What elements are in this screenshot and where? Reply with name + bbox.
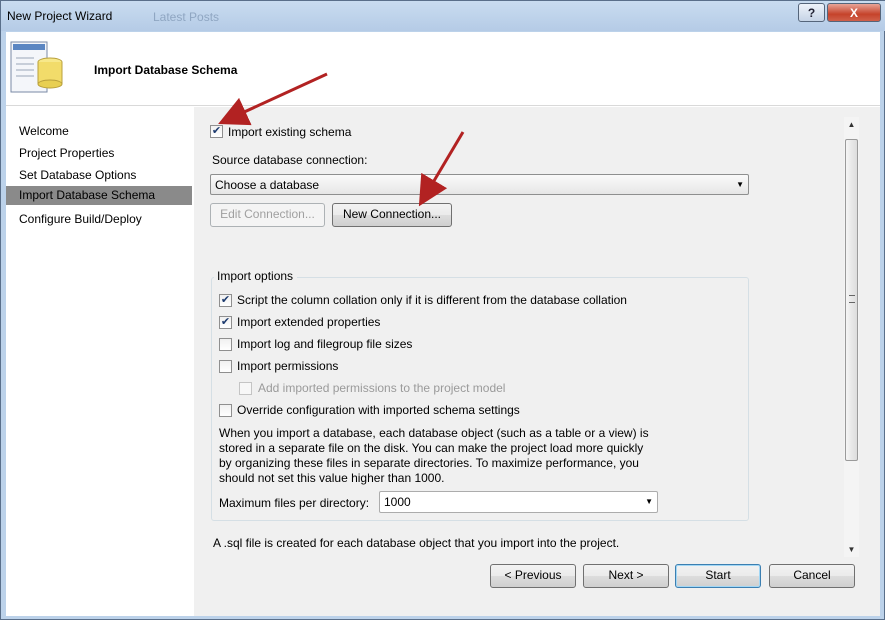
help-icon: ? [807,5,816,20]
nav-item-import-database-schema[interactable]: Import Database Schema [6,186,192,205]
extended-properties-label: Import extended properties [237,315,381,329]
nav-item-project-properties[interactable]: Project Properties [6,144,192,163]
next-button[interactable]: Next > [583,564,669,588]
wizard-window: New Project Wizard Latest Posts ? X Impo… [0,0,885,620]
scroll-up-icon[interactable]: ▲ [844,117,859,132]
import-permissions-checkbox[interactable] [219,360,232,373]
scrollbar-thumb[interactable] [845,139,858,461]
scroll-down-icon[interactable]: ▼ [844,542,859,557]
chevron-down-icon: ▼ [645,497,653,506]
import-description: When you import a database, each databas… [219,426,649,485]
grip-icon [849,295,855,303]
max-files-select[interactable]: 1000 ▼ [379,491,658,513]
script-collation-checkbox[interactable]: ✔ [219,294,232,307]
import-existing-label: Import existing schema [228,125,352,139]
chevron-down-icon: ▼ [736,180,744,189]
log-filegroup-label: Import log and filegroup file sizes [237,337,413,351]
log-filegroup-checkbox[interactable] [219,338,232,351]
page-title: Import Database Schema [94,63,238,77]
sql-file-note: A .sql file is created for each database… [213,536,620,550]
source-database-select[interactable]: Choose a database ▼ [210,174,749,195]
source-database-value: Choose a database [215,178,320,192]
new-connection-button[interactable]: New Connection... [332,203,452,227]
add-permissions-checkbox[interactable] [239,382,252,395]
import-options-title: Import options [214,269,298,283]
background-ghost-text: Latest Posts [153,10,220,24]
override-config-checkbox[interactable] [219,404,232,417]
help-button[interactable]: ? [798,3,825,22]
max-files-label: Maximum files per directory: [219,496,370,510]
close-button[interactable]: X [827,3,881,22]
nav-item-set-database-options[interactable]: Set Database Options [6,166,192,185]
content-pane: ✔ Import existing schema Source database… [194,107,880,616]
previous-button[interactable]: < Previous [490,564,576,588]
max-files-value: 1000 [384,495,411,509]
override-config-label: Override configuration with imported sch… [237,403,520,417]
edit-connection-button[interactable]: Edit Connection... [210,203,325,227]
database-icon [10,41,63,93]
cancel-button[interactable]: Cancel [769,564,855,588]
source-connection-label: Source database connection: [212,153,368,167]
wizard-steps-nav: Welcome Project Properties Set Database … [6,107,194,616]
extended-properties-checkbox[interactable]: ✔ [219,316,232,329]
start-button[interactable]: Start [675,564,761,588]
add-permissions-label: Add imported permissions to the project … [258,381,506,395]
nav-item-configure-build-deploy[interactable]: Configure Build/Deploy [6,210,192,229]
title-bar[interactable]: New Project Wizard Latest Posts ? X [1,1,885,31]
import-existing-checkbox[interactable]: ✔ [210,125,223,138]
close-icon: X [849,5,858,20]
import-permissions-label: Import permissions [237,359,339,373]
window-title: New Project Wizard [7,9,113,23]
nav-item-welcome[interactable]: Welcome [6,122,192,141]
dialog-client: Import Database Schema Welcome Project P… [6,32,880,616]
options-scroll-area: ✔ Import existing schema Source database… [194,107,862,552]
wizard-header: Import Database Schema [6,32,880,106]
vertical-scrollbar[interactable]: ▲ ▼ [844,117,859,557]
script-collation-label: Script the column collation only if it i… [237,293,627,307]
